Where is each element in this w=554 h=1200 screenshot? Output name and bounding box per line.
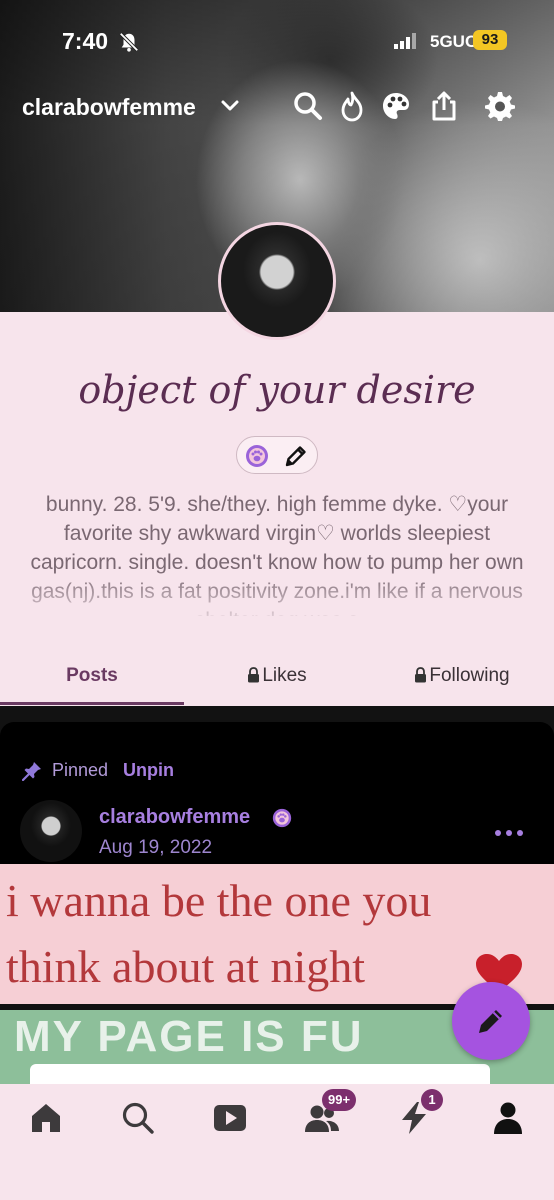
activity-badge: 99+ bbox=[322, 1089, 357, 1111]
tab-posts-label: Posts bbox=[66, 665, 118, 686]
post-image2-panel bbox=[30, 1064, 490, 1084]
post-image[interactable]: i wanna be the one you think about at ni… bbox=[0, 864, 554, 1004]
more-options-icon[interactable] bbox=[494, 828, 524, 838]
pencil-icon bbox=[479, 1010, 502, 1033]
chevron-down-icon[interactable] bbox=[218, 94, 242, 118]
palette-icon[interactable] bbox=[380, 90, 412, 122]
pinned-label: Pinned bbox=[52, 760, 109, 780]
description-fade bbox=[0, 570, 554, 620]
pin-icon bbox=[22, 762, 41, 781]
lock-icon bbox=[248, 667, 260, 683]
bottom-nav: 99+ 1 bbox=[0, 1084, 554, 1200]
paw-badge-icon[interactable] bbox=[245, 444, 269, 468]
network-label: 5GUC bbox=[430, 32, 478, 51]
post-image2-text: MY PAGE IS FU bbox=[14, 1012, 364, 1061]
tab-likes-label: Likes bbox=[262, 665, 307, 686]
battery-indicator: 93 bbox=[473, 30, 507, 50]
share-icon[interactable] bbox=[428, 90, 460, 122]
blog-title: object of your desire bbox=[78, 368, 476, 412]
active-tab-indicator bbox=[0, 702, 184, 705]
post-author-avatar[interactable] bbox=[20, 800, 82, 862]
profile-avatar[interactable] bbox=[218, 222, 336, 340]
tab-following-label: Following bbox=[429, 665, 510, 686]
tab-posts[interactable]: Posts bbox=[0, 648, 184, 706]
compose-post-button[interactable] bbox=[452, 982, 530, 1060]
tab-following[interactable]: Following bbox=[370, 648, 554, 706]
post-date: Aug 19, 2022 bbox=[99, 837, 213, 858]
account-icon[interactable] bbox=[490, 1100, 526, 1136]
status-bar: 7:40 5GUC 93 bbox=[0, 0, 554, 80]
post-image-text-line2: think about at night bbox=[6, 941, 366, 992]
flame-icon[interactable] bbox=[336, 90, 368, 122]
lock-icon bbox=[415, 667, 427, 683]
signal-icon bbox=[394, 33, 416, 49]
blog-switcher[interactable]: clarabowfemme bbox=[22, 94, 196, 121]
badge-edit-pill[interactable] bbox=[236, 436, 318, 474]
tab-likes[interactable]: Likes bbox=[184, 648, 370, 706]
post-header: Pinned Unpin clarabowfemme Aug 19, 2022 bbox=[0, 722, 554, 882]
unpin-button[interactable]: Unpin bbox=[123, 760, 174, 781]
paw-badge-icon[interactable] bbox=[272, 808, 292, 828]
pencil-icon[interactable] bbox=[283, 443, 309, 469]
post-author-name[interactable]: clarabowfemme bbox=[99, 806, 250, 829]
top-nav: clarabowfemme bbox=[0, 88, 554, 128]
gear-icon[interactable] bbox=[484, 90, 516, 122]
video-icon[interactable] bbox=[212, 1100, 248, 1136]
status-time: 7:40 bbox=[62, 28, 109, 54]
home-icon[interactable] bbox=[28, 1100, 64, 1136]
bell-off-icon bbox=[119, 32, 139, 52]
search-icon[interactable] bbox=[120, 1100, 156, 1136]
profile-tabs: Posts Likes Following bbox=[0, 648, 554, 706]
search-icon[interactable] bbox=[292, 90, 324, 122]
post-image-text-line1: i wanna be the one you bbox=[6, 875, 432, 926]
notifications-badge: 1 bbox=[421, 1089, 443, 1111]
